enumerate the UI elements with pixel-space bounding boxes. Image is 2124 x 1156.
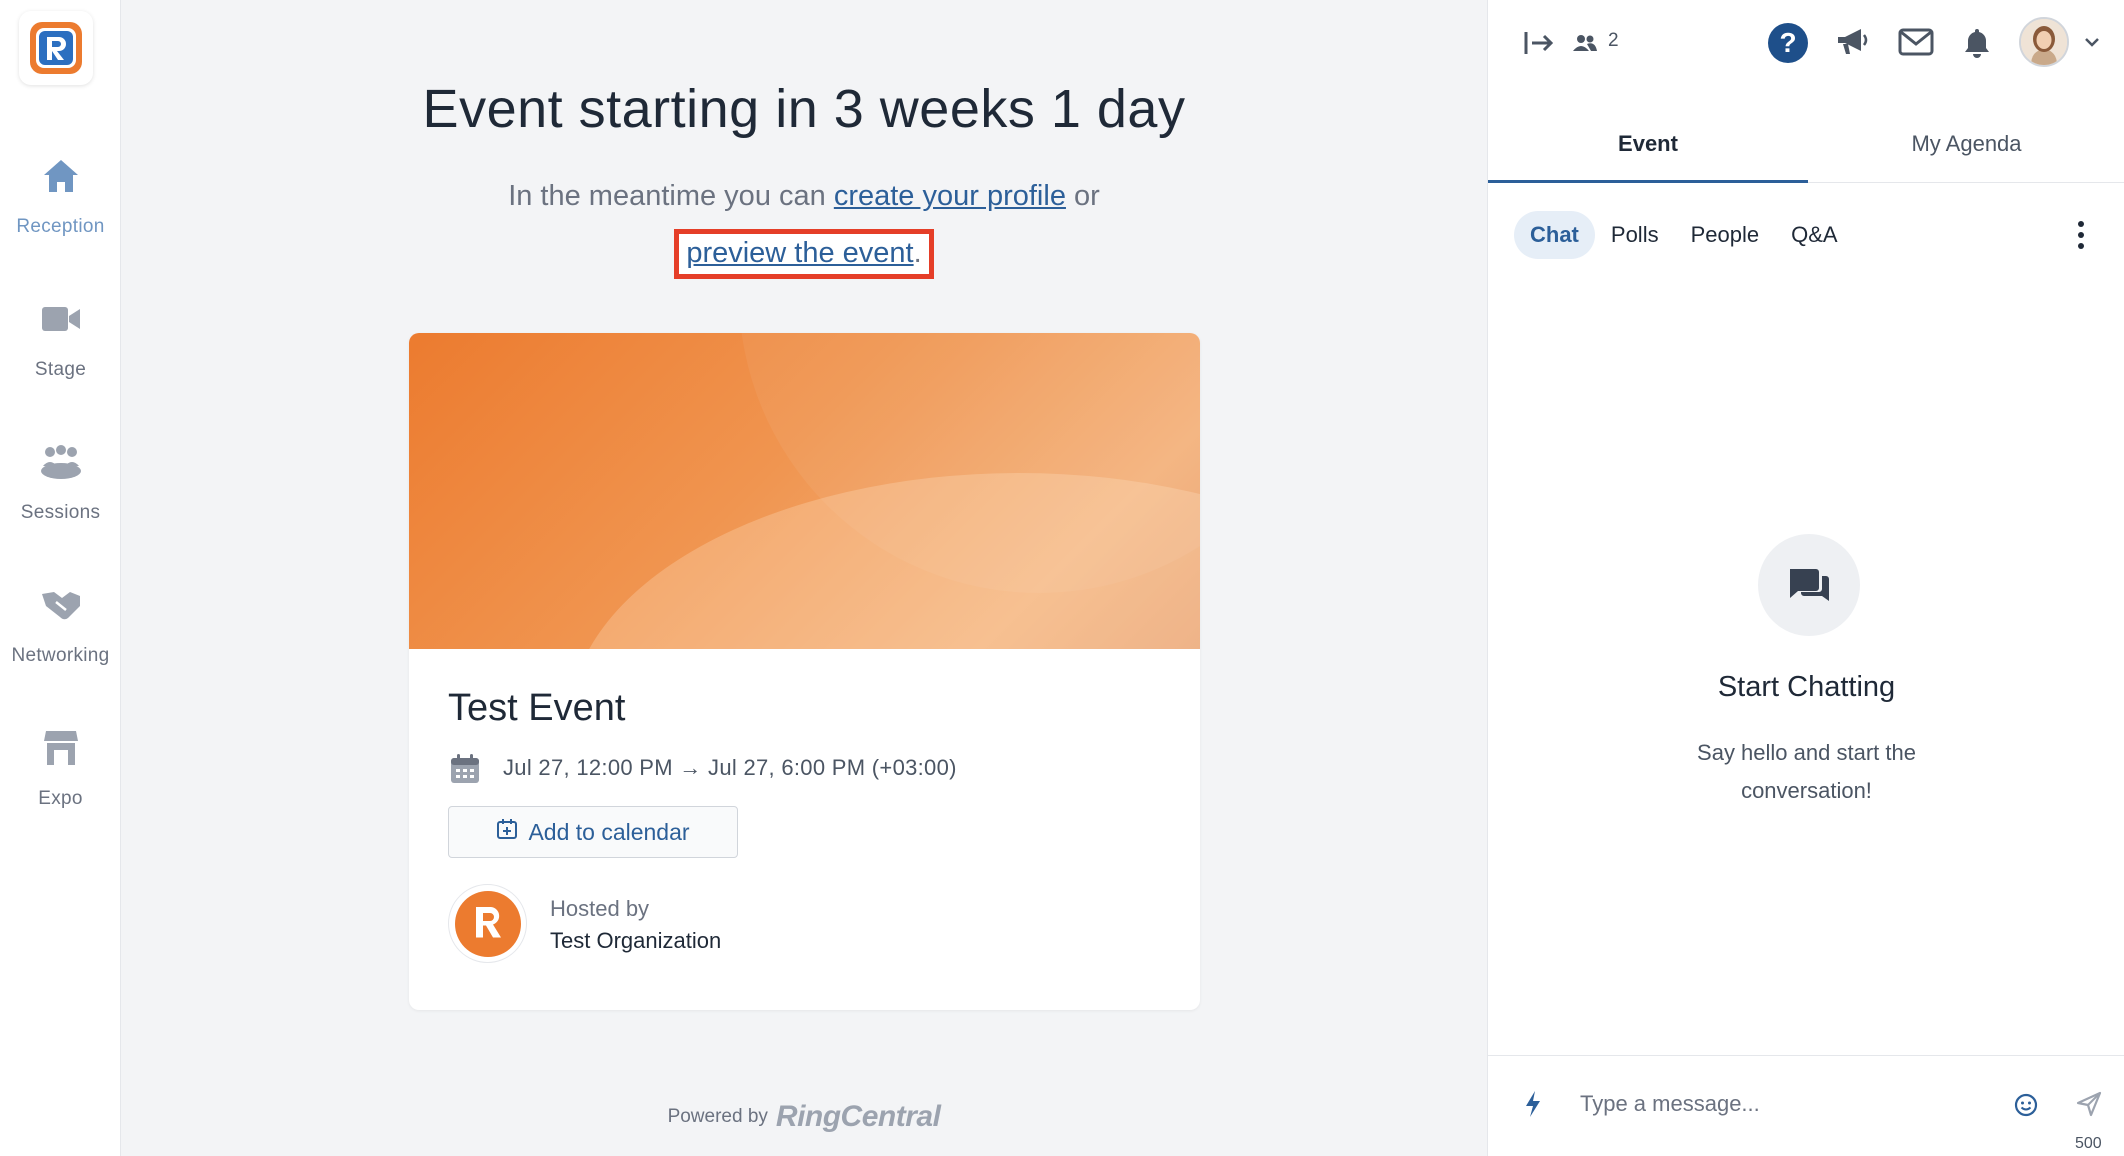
subtab-chat[interactable]: Chat [1514, 211, 1595, 259]
megaphone-icon[interactable] [1834, 26, 1870, 58]
create-profile-link[interactable]: create your profile [834, 180, 1066, 212]
collapse-panel-icon[interactable] [1522, 28, 1556, 58]
event-subline: In the meantime you can create your prof… [121, 180, 1487, 213]
sidebar-item-label: Expo [38, 788, 83, 809]
attendee-count: 2 [1608, 30, 1619, 51]
subline-period: . [913, 237, 922, 269]
event-subline-2: preview the event. [121, 229, 1487, 279]
sidebar-item-reception[interactable]: Reception [0, 140, 121, 260]
sidebar-item-networking[interactable]: Networking [0, 569, 121, 689]
preview-event-link[interactable]: preview the event [686, 237, 913, 269]
attendees-icon[interactable] [1572, 32, 1598, 54]
brand-logo-text: RingCentral [775, 1100, 941, 1133]
sidebar-item-label: Networking [11, 645, 110, 666]
tab-my-agenda[interactable]: My Agenda [1808, 113, 2124, 183]
left-sidebar: Reception Stage Sessions Networking Expo [0, 0, 121, 1156]
chat-subtabs: Chat Polls People Q&A [1514, 209, 1854, 261]
page-title: Event starting in 3 weeks 1 day [422, 79, 1186, 139]
subtab-qa[interactable]: Q&A [1775, 211, 1853, 259]
emoji-icon[interactable] [2013, 1092, 2039, 1118]
message-composer [1488, 1055, 2124, 1156]
message-input[interactable] [1580, 1084, 1960, 1124]
sidebar-item-expo[interactable]: Expo [0, 712, 121, 832]
event-card: Test Event Jul 27, 12:00 PM → Jul 27, 6:… [409, 333, 1200, 1010]
event-title: Test Event [448, 687, 626, 729]
empty-state-text: Say hello and start the conversation! [1697, 740, 1916, 803]
sidebar-item-label: Reception [16, 216, 105, 237]
empty-state-title: Start Chatting [1717, 671, 1896, 703]
preview-highlight-box: preview the event. [674, 229, 934, 279]
user-avatar[interactable] [2019, 17, 2069, 67]
app-logo[interactable] [19, 11, 93, 85]
ringcentral-logo-icon [30, 22, 82, 74]
subtab-people[interactable]: People [1675, 211, 1776, 259]
help-icon[interactable]: ? [1768, 23, 1808, 63]
subline-or: or [1065, 180, 1100, 212]
mail-icon[interactable] [1897, 26, 1935, 58]
video-camera-icon [39, 297, 83, 341]
subtab-polls[interactable]: Polls [1595, 211, 1675, 259]
character-limit: 500 [2075, 1135, 2102, 1152]
add-to-calendar-label: Add to calendar [528, 818, 690, 845]
hosted-by-label: Hosted by [550, 896, 650, 921]
more-options-icon[interactable] [2076, 220, 2086, 250]
sidebar-item-label: Stage [34, 359, 87, 380]
host-name: Test Organization [550, 928, 722, 953]
sidebar-item-label: Sessions [20, 502, 101, 523]
sidebar-item-stage[interactable]: Stage [0, 283, 121, 403]
handshake-icon [39, 583, 83, 627]
calendar-plus-icon [496, 818, 518, 846]
add-to-calendar-button[interactable]: Add to calendar [448, 806, 738, 858]
powered-by-footer: Powered by RingCentral [121, 1100, 1487, 1134]
tab-event[interactable]: Event [1488, 113, 1808, 183]
lightning-icon[interactable] [1522, 1089, 1544, 1119]
store-booth-icon [39, 726, 83, 770]
subline-prefix: In the meantime you can [508, 180, 834, 212]
event-banner [409, 333, 1200, 649]
main-content: Event starting in 3 weeks 1 day In the m… [121, 0, 1487, 1156]
host-logo-icon [454, 890, 521, 957]
chevron-down-icon[interactable] [2083, 34, 2101, 50]
people-group-icon [39, 440, 83, 484]
event-datetime: Jul 27, 12:00 PM → Jul 27, 6:00 PM (+03:… [503, 755, 957, 780]
sidebar-item-sessions[interactable]: Sessions [0, 426, 121, 546]
chat-empty-illustration [1758, 534, 1860, 636]
panel-tabs: Event My Agenda [1488, 113, 2124, 183]
powered-by-label: Powered by [667, 1106, 768, 1127]
notifications-bell-icon[interactable] [1962, 26, 1992, 60]
host-avatar [448, 884, 527, 963]
send-icon[interactable] [2075, 1090, 2103, 1118]
calendar-icon [449, 753, 481, 785]
right-panel: 2 ? Event My Agenda Chat Polls People Q&… [1487, 0, 2124, 1156]
chat-bubbles-icon [1790, 569, 1829, 601]
home-icon [39, 154, 83, 198]
